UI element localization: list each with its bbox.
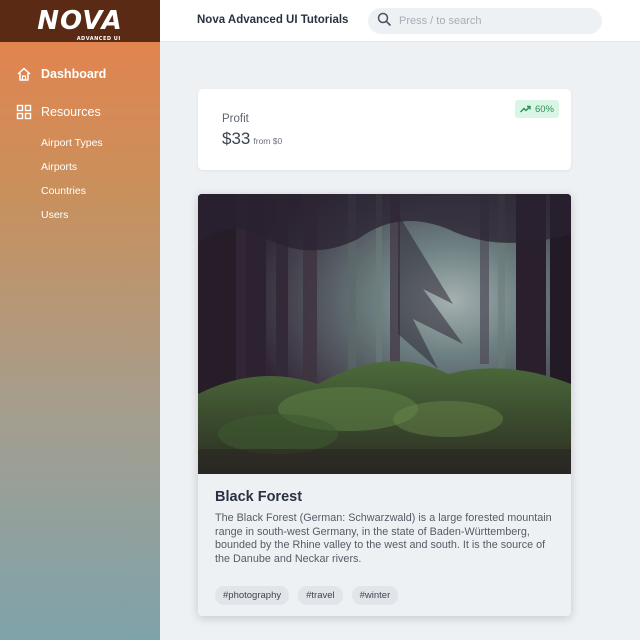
- search-bar[interactable]: [368, 8, 602, 34]
- profit-from: from $0: [253, 136, 283, 146]
- tag-photography[interactable]: #photography: [215, 586, 290, 605]
- profit-card: Profit $33 from $0 60%: [198, 89, 571, 170]
- tag-travel[interactable]: #travel: [298, 586, 343, 605]
- sidebar: NOVA ADVANCED UI Dashboard Resources Air…: [0, 0, 160, 640]
- forest-photo: [198, 194, 571, 474]
- sidebar-item-dashboard[interactable]: Dashboard: [16, 66, 106, 82]
- tag-list: #photography #travel #winter: [215, 586, 399, 605]
- top-header: Nova Advanced UI Tutorials: [160, 0, 640, 42]
- article-body: The Black Forest (German: Schwarzwald) i…: [215, 512, 552, 565]
- search-icon: [377, 12, 391, 31]
- sidebar-item-label: Dashboard: [41, 67, 107, 81]
- sidebar-subitem-airports[interactable]: Airports: [41, 161, 77, 173]
- article-title: Black Forest: [215, 489, 303, 505]
- sidebar-subitem-users[interactable]: Users: [41, 209, 68, 221]
- trending-up-icon: [519, 105, 531, 113]
- sidebar-item-label: Resources: [41, 105, 101, 119]
- grid-icon: [16, 104, 32, 120]
- sidebar-item-resources[interactable]: Resources: [16, 104, 101, 120]
- logo-text: NOVA ADVANCED UI: [37, 6, 123, 42]
- profit-value: $33 from $0: [222, 129, 283, 148]
- tag-winter[interactable]: #winter: [351, 586, 399, 605]
- home-icon: [16, 66, 32, 82]
- profit-label: Profit: [222, 113, 249, 125]
- status-badge: 60%: [514, 100, 559, 118]
- article-card[interactable]: Black Forest The Black Forest (German: S…: [198, 194, 571, 616]
- sidebar-subitem-airport-types[interactable]: Airport Types: [41, 137, 103, 149]
- sidebar-subitem-countries[interactable]: Countries: [41, 185, 86, 197]
- logo[interactable]: NOVA ADVANCED UI: [0, 0, 160, 42]
- logo-subtitle: ADVANCED UI: [76, 36, 121, 42]
- search-input[interactable]: [399, 15, 579, 27]
- page-title: Nova Advanced UI Tutorials: [197, 14, 349, 26]
